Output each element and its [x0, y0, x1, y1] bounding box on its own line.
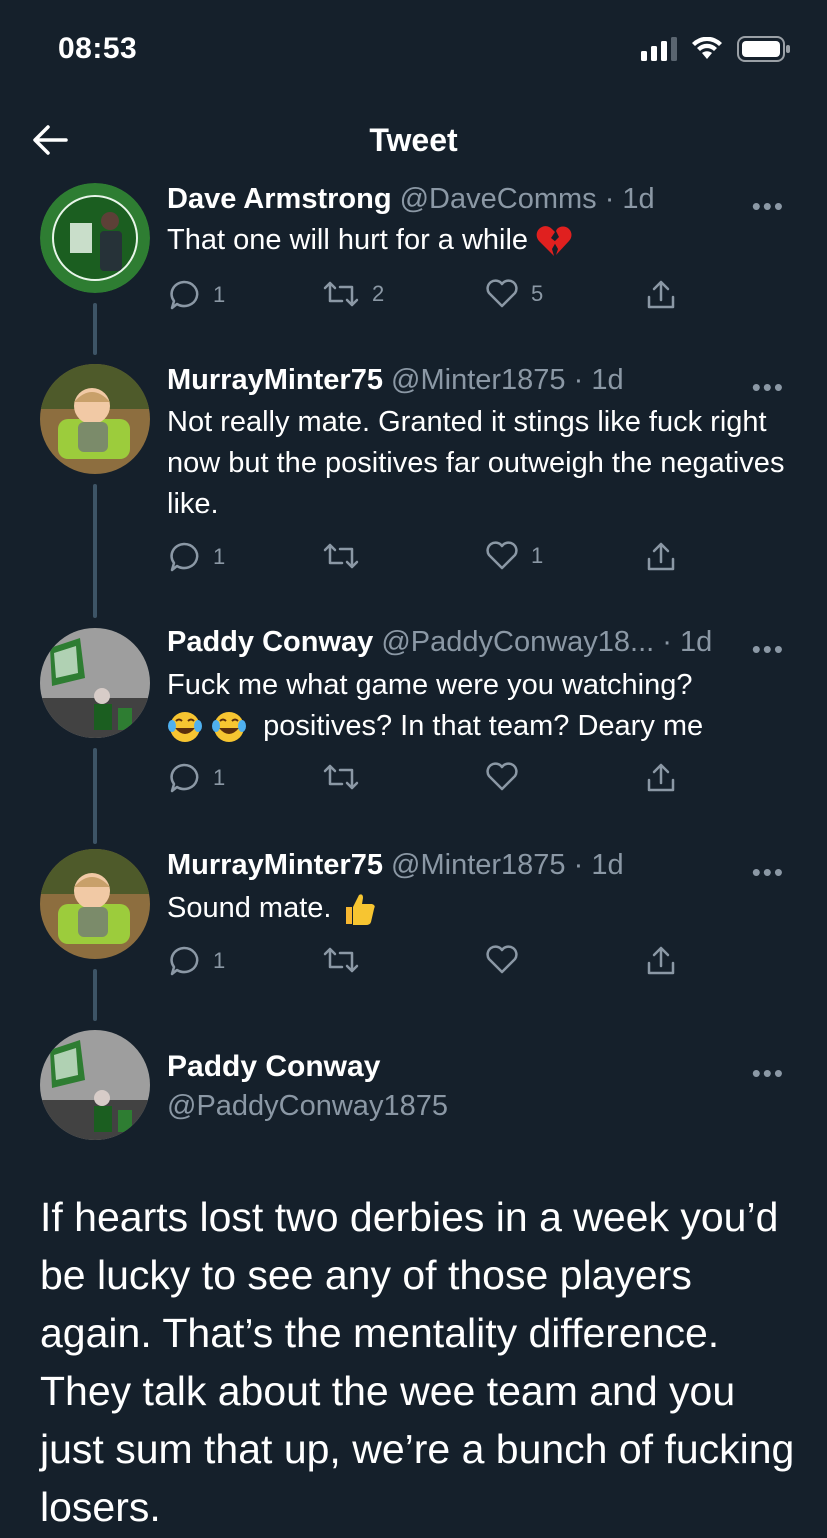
share-icon	[647, 542, 675, 571]
avatar[interactable]	[40, 183, 150, 293]
heart-icon	[486, 541, 518, 570]
reply-count: 1	[213, 544, 226, 569]
retweet-button[interactable]: 2	[322, 279, 384, 309]
author-name[interactable]: MurrayMinter75	[167, 849, 383, 881]
author-handle[interactable]: @Minter1875	[391, 849, 566, 881]
retweet-button[interactable]	[322, 541, 360, 571]
reply-count: 1	[213, 282, 226, 307]
tweet-time: 1d	[591, 849, 624, 881]
more-options-icon[interactable]: •••	[752, 372, 785, 403]
reply-count: 1	[213, 765, 226, 790]
tweet-text: Not really mate. Granted it stings like …	[167, 406, 785, 520]
like-button[interactable]	[485, 945, 519, 975]
reply-tweet-4[interactable]: MurrayMinter75 @Minter1875 · 1d ••• Soun…	[0, 849, 827, 1029]
like-button[interactable]: 5	[485, 279, 543, 309]
like-button[interactable]	[485, 762, 519, 792]
battery-icon	[737, 36, 790, 62]
tweet-text-line-1: Fuck me what game were you watching?	[167, 669, 693, 701]
author-handle[interactable]: @PaddyConway18...	[381, 626, 654, 658]
tweet-actions: 1	[167, 945, 687, 985]
author-name[interactable]: Dave Armstrong	[167, 183, 392, 215]
reply-button[interactable]: 1	[167, 279, 225, 311]
heart-icon	[486, 762, 518, 791]
thumbs-up-icon	[345, 894, 375, 926]
author-name[interactable]: Paddy Conway	[167, 626, 373, 658]
reply-button[interactable]: 1	[167, 541, 225, 573]
tweet-actions: 1 1	[167, 541, 687, 581]
retweet-icon	[323, 543, 359, 569]
retweet-icon	[323, 947, 359, 973]
broken-heart-icon	[536, 226, 572, 257]
heart-icon	[486, 279, 518, 308]
retweet-button[interactable]	[322, 762, 360, 792]
tweet-time: 1d	[680, 626, 713, 658]
like-count: 1	[531, 543, 544, 568]
share-button[interactable]	[645, 762, 677, 794]
retweet-count: 2	[372, 281, 385, 306]
page-title: Tweet	[369, 122, 458, 158]
reply-icon	[170, 542, 199, 572]
reply-button[interactable]: 1	[167, 945, 225, 977]
status-time: 08:53	[58, 32, 138, 65]
tweet-actions: 1	[167, 762, 687, 802]
avatar[interactable]	[40, 364, 150, 474]
author-handle[interactable]: @DaveComms	[400, 183, 597, 215]
reply-count: 1	[213, 948, 226, 973]
share-button[interactable]	[645, 279, 677, 311]
tears-of-joy-icon	[212, 712, 247, 743]
reply-icon	[170, 280, 199, 310]
tweet-time: 1d	[622, 183, 655, 215]
more-options-icon[interactable]: •••	[752, 857, 785, 888]
tweet-text: That one will hurt for a while	[167, 224, 529, 256]
avatar[interactable]	[40, 1030, 150, 1140]
more-options-icon[interactable]: •••	[752, 1058, 785, 1089]
share-icon	[647, 763, 675, 792]
share-icon	[647, 946, 675, 975]
retweet-button[interactable]	[322, 945, 360, 975]
wifi-icon	[692, 37, 722, 59]
avatar[interactable]	[40, 849, 150, 959]
tears-of-joy-icon	[168, 712, 202, 743]
tweet-text-line-2: positives? In that team? Deary me	[263, 710, 704, 742]
author-name[interactable]: MurrayMinter75	[167, 364, 383, 396]
share-button[interactable]	[645, 945, 677, 977]
status-bar: 08:53	[0, 0, 827, 100]
reply-icon	[170, 946, 199, 976]
nav-bar: Tweet	[0, 108, 827, 172]
author-handle[interactable]: @PaddyConway1875	[167, 1090, 448, 1123]
reply-button[interactable]: 1	[167, 762, 225, 794]
like-count: 5	[531, 281, 544, 306]
tweet-actions: 1 2 5	[167, 279, 687, 319]
reply-tweet-3[interactable]: Paddy Conway @PaddyConway18... · 1d ••• …	[0, 626, 827, 848]
like-button[interactable]: 1	[485, 541, 543, 571]
more-options-icon[interactable]: •••	[752, 191, 785, 222]
author-name[interactable]: Paddy Conway	[167, 1050, 380, 1084]
reply-tweet-1[interactable]: Dave Armstrong @DaveComms · 1d ••• That …	[0, 183, 827, 363]
retweet-icon	[323, 281, 359, 307]
tweet-time: 1d	[591, 364, 624, 396]
signal-icon	[641, 37, 677, 61]
heart-icon	[486, 945, 518, 974]
reply-tweet-2[interactable]: MurrayMinter75 @Minter1875 · 1d ••• Not …	[0, 364, 827, 624]
more-options-icon[interactable]: •••	[752, 634, 785, 665]
avatar[interactable]	[40, 628, 150, 738]
tweet-text: Sound mate.	[167, 892, 332, 924]
share-button[interactable]	[645, 541, 677, 573]
main-tweet-text: If hearts lost two derbies in a week you…	[40, 1194, 795, 1530]
retweet-icon	[323, 764, 359, 790]
reply-icon	[170, 763, 199, 793]
author-handle[interactable]: @Minter1875	[391, 364, 566, 396]
share-icon	[647, 280, 675, 309]
